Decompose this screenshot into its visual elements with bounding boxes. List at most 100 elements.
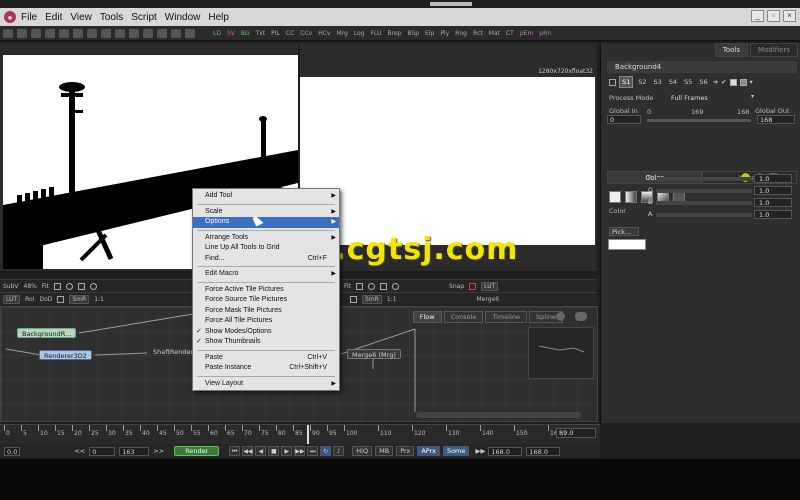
bspline-tool-icon[interactable]: [89, 282, 97, 290]
play-icon[interactable]: ▶: [281, 446, 293, 456]
play-reverse-icon[interactable]: ◀: [255, 446, 267, 456]
ctx-arrange-tools[interactable]: Arrange Tools ▶: [193, 233, 339, 244]
subview-button[interactable]: SubV: [3, 283, 19, 290]
ctx-paste-instance[interactable]: Paste Instance Ctrl+Shift+V: [193, 363, 339, 374]
channel-a-slider[interactable]: [656, 213, 752, 217]
tool-ring[interactable]: Rng: [455, 30, 467, 37]
channel-g-field[interactable]: 1.0: [754, 186, 792, 195]
prx-button[interactable]: Prx: [396, 446, 415, 456]
viewer-right-canvas[interactable]: [300, 77, 595, 245]
global-in-field[interactable]: 0: [607, 115, 641, 124]
tool-text[interactable]: Txt: [256, 30, 266, 37]
go-start-icon[interactable]: ⏮: [229, 446, 241, 456]
color-channel-icon[interactable]: [469, 282, 477, 290]
ctx-line-up[interactable]: Line Up All Tools to Grid: [193, 243, 339, 254]
ctx-edit-macro[interactable]: Edit Macro ▶: [193, 269, 339, 280]
menu-file[interactable]: File: [21, 12, 37, 23]
node-background[interactable]: BackgroundR...: [17, 328, 77, 338]
audio-icon[interactable]: ♪: [333, 446, 345, 456]
save-icon[interactable]: [31, 28, 41, 38]
hiq-button[interactable]: HiQ: [352, 446, 373, 456]
menu-edit[interactable]: Edit: [45, 12, 62, 23]
paste-icon[interactable]: [73, 28, 83, 38]
tool-loader[interactable]: LD: [213, 30, 221, 37]
tool-matte[interactable]: Mat: [489, 30, 500, 37]
global-start-field[interactable]: 0.0: [4, 446, 21, 456]
menu-window[interactable]: Window: [165, 12, 201, 23]
render-end-field[interactable]: 163: [119, 446, 150, 456]
type-solid-icon[interactable]: [609, 191, 621, 203]
range-prev-button[interactable]: <<: [74, 447, 85, 455]
ctx-scale[interactable]: Scale ▶: [193, 207, 339, 218]
node-renderer3d[interactable]: Renderer3D2: [39, 350, 92, 360]
some-button[interactable]: Some: [442, 446, 470, 456]
channel-r-field[interactable]: 1.0: [754, 174, 792, 183]
tab-modifiers[interactable]: Modifiers: [750, 43, 798, 57]
type-horizontal-icon[interactable]: [625, 191, 637, 203]
loop-icon[interactable]: ↻: [320, 446, 332, 456]
checker-icon[interactable]: [57, 295, 65, 303]
dod-button[interactable]: DoD: [39, 296, 52, 303]
circle-tool-icon[interactable]: [65, 282, 73, 290]
ctx-force-active[interactable]: Force Active Tile Pictures: [193, 285, 339, 296]
tool-background[interactable]: BG: [241, 30, 250, 37]
slot-s1[interactable]: S1: [619, 76, 634, 88]
pick-button[interactable]: Pick...: [609, 227, 639, 236]
stop-icon[interactable]: ■: [268, 446, 280, 456]
ctx-add-tool[interactable]: Add Tool ▶: [193, 191, 339, 202]
tool-ellipse[interactable]: Elp: [425, 30, 434, 37]
tool-ct[interactable]: CT: [506, 30, 514, 37]
global-range-slider[interactable]: [647, 119, 751, 122]
playhead[interactable]: [306, 425, 309, 444]
tool-bspline[interactable]: BSp: [407, 30, 419, 37]
step-forward-icon[interactable]: ▶▶: [294, 446, 306, 456]
white-swatch-icon[interactable]: [729, 78, 737, 86]
channel-b-field[interactable]: 1.0: [754, 198, 792, 207]
info-icon[interactable]: [556, 312, 565, 321]
lock-icon[interactable]: [350, 295, 357, 303]
menu-script[interactable]: Script: [131, 12, 157, 23]
step-back-icon[interactable]: ◀◀: [242, 446, 254, 456]
tool-rectangle[interactable]: Rct: [473, 30, 483, 37]
mb-button[interactable]: MB: [375, 446, 394, 456]
layout-quad-icon[interactable]: [143, 28, 153, 38]
roi-button[interactable]: RoI: [25, 296, 34, 303]
one-to-one-button-right[interactable]: 1:1: [387, 296, 397, 303]
aprx-button[interactable]: APrx: [417, 446, 440, 456]
close-icon[interactable]: ×: [783, 10, 796, 22]
layout-side-icon[interactable]: [185, 28, 195, 38]
tool-polygon[interactable]: Ply: [440, 30, 449, 37]
render-start-field[interactable]: 0: [89, 446, 116, 456]
fit-button-right[interactable]: Fit: [344, 283, 351, 290]
tool-flu[interactable]: FLU: [371, 30, 382, 37]
current-time-field[interactable]: 89.0: [556, 428, 596, 438]
layout-flow-icon[interactable]: [157, 28, 167, 38]
comment-icon[interactable]: [575, 312, 587, 321]
tool-header[interactable]: Background4: [607, 61, 797, 73]
slot-s2[interactable]: S2: [636, 77, 648, 87]
time-ruler[interactable]: 0 5 10 15 20 25 30 35 40 45 50 55 60 65 70 75 80 85 90 95 10…: [0, 424, 600, 444]
tool-color-curves[interactable]: CCv: [300, 30, 312, 37]
flow-scrollbar[interactable]: [416, 412, 581, 418]
ctx-find[interactable]: Find... Ctrl+F: [193, 254, 339, 265]
flow-navigator[interactable]: [528, 327, 594, 379]
tab-tools[interactable]: Tools: [714, 43, 749, 57]
global-end-field[interactable]: 168.0: [526, 446, 561, 456]
circle-tool-icon-right[interactable]: [368, 282, 376, 290]
ctx-options[interactable]: Options ▶: [193, 217, 339, 228]
tool-prender[interactable]: pRn: [539, 30, 551, 37]
snap-button[interactable]: Snap: [449, 283, 464, 290]
tool-saver[interactable]: SV: [227, 30, 235, 37]
ctx-force-source[interactable]: Force Source Tile Pictures: [193, 295, 339, 306]
menu-help[interactable]: Help: [208, 12, 229, 23]
arrow-right-icon[interactable]: ➔: [713, 78, 718, 86]
zoom-dropdown[interactable]: 48%: [24, 283, 37, 290]
tool-hue-curves[interactable]: HCv: [318, 30, 330, 37]
ctx-force-mask[interactable]: Force Mask Tile Pictures: [193, 306, 339, 317]
bspline-tool-icon-right[interactable]: [392, 282, 400, 290]
tool-log[interactable]: Log: [354, 30, 365, 37]
global-out-field[interactable]: 168: [757, 115, 795, 124]
gray-swatch-icon[interactable]: [739, 78, 747, 86]
rect-tool-icon[interactable]: [53, 282, 61, 290]
tool-merge[interactable]: Mrg: [336, 30, 347, 37]
